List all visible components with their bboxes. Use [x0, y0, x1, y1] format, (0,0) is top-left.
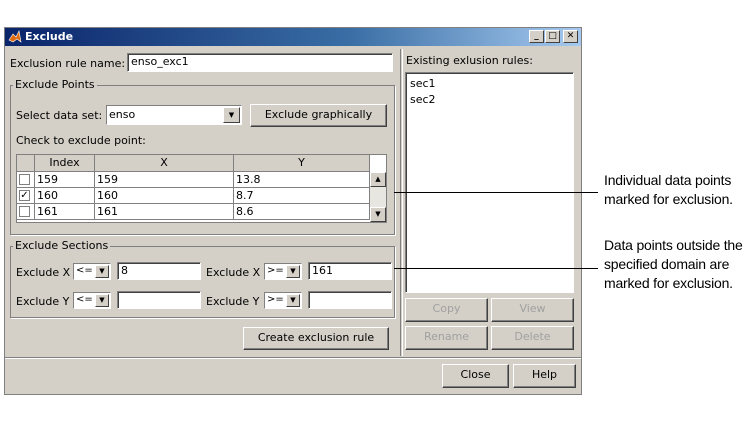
chevron-down-icon[interactable]: ▼	[223, 107, 240, 123]
table-row-checkbox-cell	[17, 172, 35, 188]
exclude-point-checkbox[interactable]: ✓	[19, 190, 30, 201]
cell-x[interactable]: 160	[95, 188, 234, 204]
callout-text-line: Data points outside the	[604, 237, 743, 253]
exclude-x-left-input[interactable]: 8	[117, 262, 201, 280]
exclude-y-left-label: Exclude Y	[16, 295, 70, 308]
exclude-y-left-input[interactable]	[117, 291, 201, 309]
table-row-checkbox-cell	[17, 204, 35, 220]
footer-separator	[5, 357, 581, 359]
maximize-button[interactable]: □	[545, 30, 560, 43]
exclude-graphically-button[interactable]: Exclude graphically	[250, 104, 387, 127]
chevron-down-icon[interactable]: ▼	[286, 265, 300, 278]
chevron-down-icon[interactable]: ▼	[95, 294, 109, 307]
rule-name-label: Exclusion rule name:	[10, 57, 126, 70]
minimize-icon: _	[534, 31, 539, 41]
rule-name-input[interactable]: enso_exc1	[127, 53, 393, 72]
close-icon: ✕	[566, 31, 575, 41]
cell-y[interactable]: 13.8	[234, 172, 370, 188]
table-corner	[17, 155, 35, 172]
create-exclusion-rule-button[interactable]: Create exclusion rule	[243, 327, 389, 350]
delete-button[interactable]: Delete	[491, 326, 574, 350]
close-button[interactable]: Close	[442, 364, 509, 388]
select-dataset-label: Select data set:	[16, 109, 103, 122]
column-header-y[interactable]: Y	[234, 155, 370, 172]
callout-text-line: Individual data points	[604, 172, 732, 188]
callout-text-line: marked for exclusion.	[604, 191, 733, 207]
list-item[interactable]: sec2	[410, 93, 436, 106]
exclude-point-checkbox[interactable]	[19, 206, 30, 217]
callout-line-sections	[394, 268, 598, 269]
cell-x[interactable]: 161	[95, 204, 234, 220]
vertical-divider	[400, 49, 403, 356]
cell-index[interactable]: 159	[35, 172, 95, 188]
exclude-point-checkbox[interactable]	[19, 174, 30, 185]
callout-line-points	[394, 192, 598, 193]
cell-index[interactable]: 160	[35, 188, 95, 204]
maximize-icon: □	[548, 31, 557, 41]
chevron-down-icon[interactable]: ▼	[286, 294, 300, 307]
cell-x[interactable]: 159	[95, 172, 234, 188]
exclude-x-right-input[interactable]: 161	[308, 262, 392, 280]
view-button[interactable]: View	[491, 298, 574, 322]
exclude-y-right-label: Exclude Y	[206, 295, 260, 308]
existing-rules-list[interactable]: sec1 sec2	[405, 72, 574, 293]
exclude-points-title: Exclude Points	[13, 78, 97, 91]
exclude-sections-title: Exclude Sections	[13, 239, 111, 252]
exclude-x-right-operator[interactable]: >= ▼	[264, 263, 302, 280]
exclude-y-right-operator[interactable]: >= ▼	[264, 292, 302, 309]
callout-text-line: specified domain are	[604, 256, 730, 272]
cell-y[interactable]: 8.6	[234, 204, 370, 220]
minimize-button[interactable]: _	[529, 30, 544, 43]
existing-rules-label: Existing exlusion rules:	[406, 54, 533, 67]
operator-value: >=	[267, 265, 284, 276]
callout-points-text: Individual data points marked for exclus…	[604, 171, 733, 209]
rename-button[interactable]: Rename	[405, 326, 488, 350]
help-button[interactable]: Help	[513, 364, 576, 388]
table-scrollbar[interactable]: ▲ ▼	[370, 172, 386, 222]
close-window-button[interactable]: ✕	[563, 30, 578, 43]
dataset-value: enso	[109, 108, 136, 121]
copy-button[interactable]: Copy	[405, 298, 488, 322]
exclude-x-right-label: Exclude X	[206, 266, 261, 279]
table-row-checkbox-cell: ✓	[17, 188, 35, 204]
exclude-y-right-input[interactable]	[308, 291, 392, 309]
chevron-down-icon[interactable]: ▼	[95, 265, 109, 278]
operator-value: <=	[76, 265, 93, 276]
title-bar[interactable]: Exclude _ □ ✕	[5, 28, 581, 46]
column-header-index[interactable]: Index	[35, 155, 95, 172]
scroll-up-button[interactable]: ▲	[370, 172, 386, 187]
cell-index[interactable]: 161	[35, 204, 95, 220]
points-table: Index X Y 159 159 13.8 ✓ 160 160 8.7 161…	[16, 154, 387, 223]
exclude-y-left-operator[interactable]: <= ▼	[73, 292, 111, 309]
check-exclude-label: Check to exclude point:	[16, 134, 146, 147]
cell-y[interactable]: 8.7	[234, 188, 370, 204]
window-title: Exclude	[25, 30, 74, 43]
callout-text-line: marked for exclusion.	[604, 275, 733, 291]
exclude-dialog: Exclude _ □ ✕ Exclusion rule name: enso_…	[4, 27, 582, 395]
scroll-down-button[interactable]: ▼	[370, 207, 386, 222]
operator-value: >=	[267, 294, 284, 305]
callout-sections-text: Data points outside the specified domain…	[604, 236, 743, 293]
list-item[interactable]: sec1	[410, 77, 436, 90]
operator-value: <=	[76, 294, 93, 305]
dataset-select[interactable]: enso ▼	[106, 105, 242, 125]
exclude-x-left-label: Exclude X	[16, 266, 71, 279]
matlab-logo-icon	[8, 30, 22, 43]
exclude-x-left-operator[interactable]: <= ▼	[73, 263, 111, 280]
column-header-x[interactable]: X	[95, 155, 234, 172]
checkmark-icon: ✓	[20, 190, 29, 201]
